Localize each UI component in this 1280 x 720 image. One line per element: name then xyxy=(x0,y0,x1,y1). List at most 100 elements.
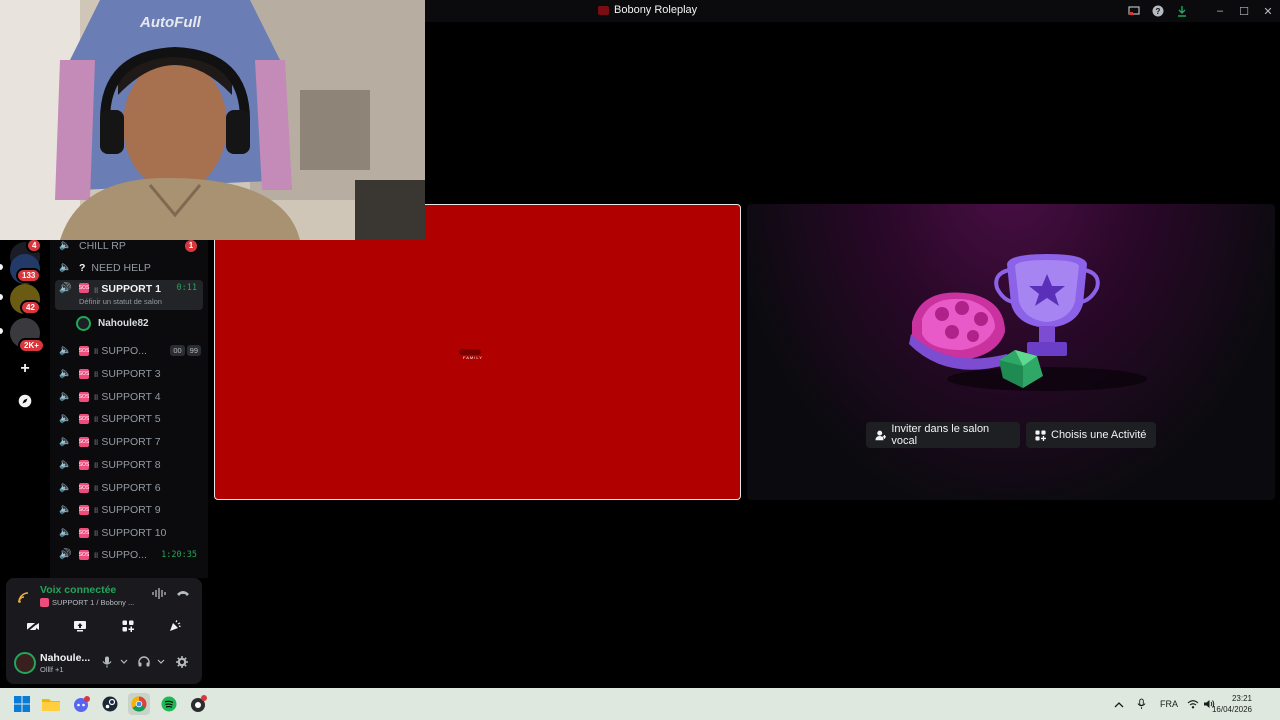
channel-name: SUPPO... xyxy=(101,344,147,357)
channel-name: SUPPORT 6 xyxy=(101,481,161,494)
discord-icon[interactable] xyxy=(70,693,92,715)
language-indicator[interactable]: FRA xyxy=(1160,688,1178,720)
disconnect-icon[interactable] xyxy=(176,588,190,601)
noise-suppression-icon[interactable] xyxy=(152,588,166,602)
invite-voice-label: Inviter dans le salon vocal xyxy=(891,423,990,447)
username[interactable]: Nahoule... xyxy=(40,652,90,664)
trophy-illustration xyxy=(909,254,1147,391)
start-icon[interactable] xyxy=(11,693,33,715)
chrome-icon[interactable] xyxy=(128,693,150,715)
sos-icon xyxy=(40,598,49,607)
minimize-button[interactable]: – xyxy=(1208,0,1232,22)
voice-channel[interactable]: 🔈 SOS ॥ SUPPORT 5 xyxy=(55,408,203,429)
channel-name: SUPPORT 9 xyxy=(101,503,161,516)
maximize-button[interactable]: ☐ xyxy=(1232,0,1256,22)
choose-activity-button[interactable]: Choisis une Activité xyxy=(1026,422,1156,448)
system-clock[interactable]: 23:21 16/04/2026 xyxy=(1212,693,1252,715)
voice-channel-name: SUPPORT 1 / Bobony ... xyxy=(52,598,135,607)
user-status: Olllf +1 xyxy=(40,665,64,674)
divider-icon: ॥ xyxy=(93,392,99,402)
voice-channel[interactable]: 🔈 SOS ॥ SUPPORT 4 xyxy=(55,386,203,407)
speaker-icon: 🔈 xyxy=(59,504,72,515)
voice-channel[interactable]: 🔈 SOS ॥ SUPPO... 00 99 xyxy=(55,340,203,361)
chevron-up-icon[interactable] xyxy=(1114,688,1124,720)
close-button[interactable]: ✕ xyxy=(1256,0,1280,22)
channel-name: SUPPORT 4 xyxy=(101,390,161,403)
app-icon[interactable] xyxy=(187,693,209,715)
spotify-icon[interactable] xyxy=(158,693,180,715)
server-badge: 2K+ xyxy=(18,338,45,353)
headphones-icon[interactable] xyxy=(138,656,150,670)
voice-channel[interactable]: 🔈 SOS ॥ SUPPORT 10 xyxy=(55,522,203,543)
chevron-down-icon[interactable] xyxy=(120,656,128,668)
activities-button[interactable] xyxy=(109,615,147,637)
screen-share-button[interactable] xyxy=(61,615,99,637)
speaker-icon: 🔊 xyxy=(59,549,72,560)
sos-icon: SOS xyxy=(78,482,90,493)
add-server-button[interactable]: + xyxy=(12,356,38,382)
voice-actions xyxy=(14,615,194,637)
user-count: 00 xyxy=(170,345,185,356)
channel-status-hint[interactable]: Définir un statut de salon xyxy=(79,297,162,306)
windows-taskbar: FRA 23:21 16/04/2026 xyxy=(0,688,1280,720)
speaker-icon: 🔈 xyxy=(59,391,72,402)
wifi-icon[interactable] xyxy=(1187,688,1199,720)
rail-indicator xyxy=(0,294,3,300)
speaker-icon: 🔈 xyxy=(59,413,72,424)
webcam-image: AutoFull xyxy=(0,0,425,240)
divider-icon: ॥ xyxy=(93,437,99,447)
help-icon[interactable]: ? xyxy=(1146,0,1170,22)
channel-name: SUPPORT 7 xyxy=(101,435,161,448)
svg-text:AutoFull: AutoFull xyxy=(139,14,202,31)
microphone-icon[interactable] xyxy=(102,656,112,671)
speaker-icon: 🔈 xyxy=(59,368,72,379)
voice-channel[interactable]: 🔈 SOS ॥ SUPPORT 6 xyxy=(55,477,203,498)
member-name: Nahoule82 xyxy=(98,318,149,329)
activities-icon xyxy=(1035,429,1046,441)
invite-voice-button[interactable]: Inviter dans le salon vocal xyxy=(866,422,1020,448)
steam-icon[interactable] xyxy=(99,693,121,715)
stream-logo-text: FAMILY xyxy=(463,355,483,360)
connection-signal-icon[interactable] xyxy=(18,592,29,606)
channel-prefix: ? xyxy=(79,261,86,274)
sos-icon: SOS xyxy=(78,549,90,560)
divider-icon: ॥ xyxy=(93,483,99,493)
voice-channel-selected[interactable]: 🔊 SOS ॥ SUPPORT 1 0:11 Définir un statut… xyxy=(55,280,203,310)
channel-name: SUPPORT 5 xyxy=(101,412,161,425)
divider-icon: ॥ xyxy=(93,414,99,424)
divider-icon: ॥ xyxy=(93,460,99,470)
user-panel: Nahoule... Olllf +1 xyxy=(6,648,202,680)
file-explorer-icon[interactable] xyxy=(40,693,62,715)
voice-channel[interactable]: 🔈 SOS ॥ SUPPORT 8 xyxy=(55,454,203,475)
voice-channel[interactable]: 🔊 SOS ॥ SUPPO... 1:20:35 xyxy=(55,544,203,565)
download-icon[interactable] xyxy=(1170,0,1194,22)
divider-icon: ॥ xyxy=(93,346,99,356)
voice-channel[interactable]: 🔈 SOS ॥ SUPPORT 7 xyxy=(55,431,203,452)
activity-tile xyxy=(747,204,1275,500)
voice-channel[interactable]: 🔈 ? NEED HELP xyxy=(55,257,203,278)
window-title-text: Bobony Roleplay xyxy=(614,4,698,16)
channel-name: SUPPORT 8 xyxy=(101,458,161,471)
voice-channel[interactable]: 🔈 SOS ॥ SUPPORT 9 xyxy=(55,499,203,520)
voice-status[interactable]: Voix connectée xyxy=(40,584,116,596)
server-logo-icon xyxy=(598,5,609,15)
divider-icon: ॥ xyxy=(93,550,99,560)
divider-icon: ॥ xyxy=(93,528,99,538)
microphone-tray-icon[interactable] xyxy=(1137,688,1146,720)
voice-member[interactable]: Nahoule82 xyxy=(76,316,149,331)
soundboard-button[interactable] xyxy=(156,615,194,637)
speaker-icon: 🔈 xyxy=(59,262,72,273)
clock-date: 16/04/2026 xyxy=(1211,705,1252,714)
gear-icon[interactable] xyxy=(176,656,188,671)
sos-icon: SOS xyxy=(78,504,90,515)
chevron-down-icon[interactable] xyxy=(157,656,165,668)
avatar[interactable] xyxy=(14,652,36,674)
stream-tile[interactable]: FAMILY xyxy=(214,204,741,500)
voice-channel[interactable]: 🔈 SOS ॥ SUPPORT 3 xyxy=(55,363,203,384)
discover-icon[interactable] xyxy=(12,388,38,414)
screen-share-icon[interactable] xyxy=(1122,0,1146,22)
channel-name: NEED HELP xyxy=(91,261,151,274)
voice-channel-info[interactable]: SUPPORT 1 / Bobony ... xyxy=(40,598,134,607)
channel-name: SUPPORT 1 xyxy=(101,283,161,295)
camera-off-button[interactable] xyxy=(14,615,52,637)
